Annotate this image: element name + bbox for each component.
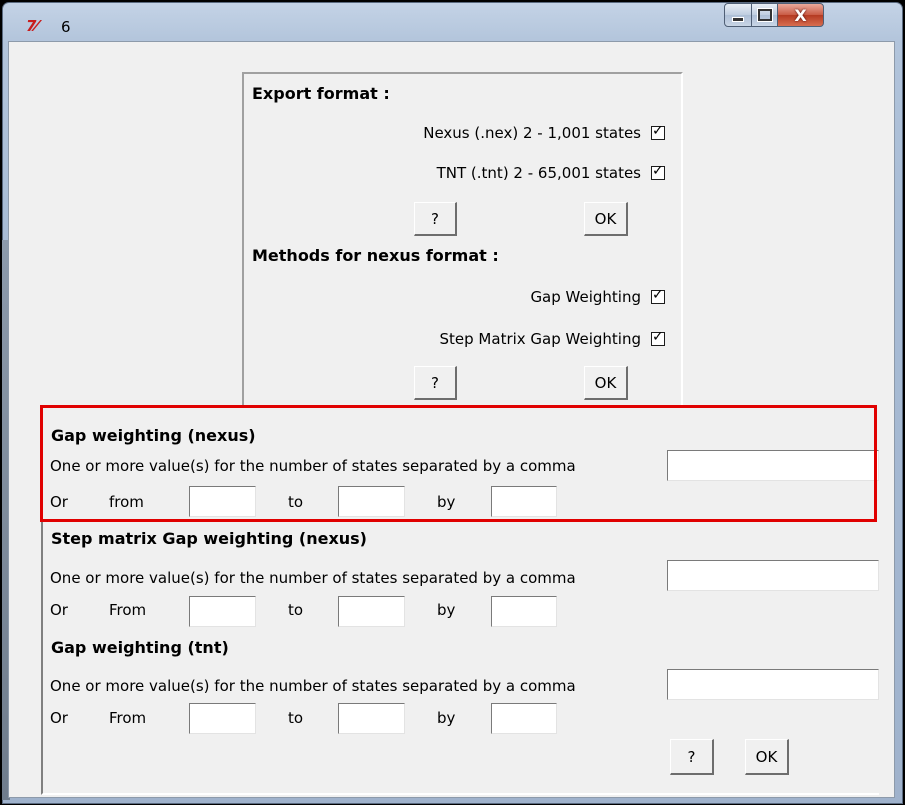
- gap-nexus-values-input[interactable]: [667, 450, 879, 481]
- step-matrix-checkbox[interactable]: [651, 329, 665, 346]
- gap-tnt-desc: One or more value(s) for the number of s…: [50, 677, 576, 695]
- maximize-icon: [757, 9, 772, 21]
- gap-tnt-to-input[interactable]: [338, 703, 405, 734]
- dialog-client-area: Export format : Nexus (.nex) 2 - 1,001 s…: [8, 41, 895, 798]
- gap-tnt-by-label: by: [437, 709, 456, 727]
- tnt-option[interactable]: TNT (.tnt) 2 - 65,001 states: [436, 163, 665, 182]
- step-nexus-title: Step matrix Gap weighting (nexus): [51, 529, 367, 548]
- methods-help-button[interactable]: ?: [414, 366, 457, 400]
- gap-nexus-from-label: from: [109, 493, 144, 511]
- step-nexus-from-input[interactable]: [189, 596, 256, 627]
- step-nexus-to-label: to: [288, 601, 304, 619]
- tnt-option-label: TNT (.tnt) 2 - 65,001 states: [436, 164, 641, 182]
- gap-nexus-or-label: Or: [50, 493, 68, 511]
- gap-tnt-from-label: From: [109, 709, 147, 727]
- gap-nexus-title: Gap weighting (nexus): [51, 426, 256, 445]
- export-help-button[interactable]: ?: [414, 202, 457, 236]
- bottom-help-button[interactable]: ?: [670, 739, 714, 775]
- step-nexus-or-label: Or: [50, 601, 68, 619]
- maximize-button[interactable]: [751, 3, 778, 27]
- gap-nexus-desc: One or more value(s) for the number of s…: [50, 457, 576, 475]
- gap-tnt-to-label: to: [288, 709, 304, 727]
- window-title: 6: [61, 18, 71, 36]
- gap-weighting-checkbox[interactable]: [651, 287, 665, 304]
- step-nexus-values-input[interactable]: [667, 560, 879, 591]
- methods-ok-button[interactable]: OK: [584, 366, 628, 400]
- gap-nexus-from-input[interactable]: [189, 486, 256, 517]
- methods-title: Methods for nexus format :: [252, 246, 499, 265]
- gap-tnt-or-label: Or: [50, 709, 68, 727]
- minimize-button[interactable]: [724, 3, 752, 27]
- gap-tnt-by-input[interactable]: [491, 703, 557, 734]
- gap-tnt-values-input[interactable]: [667, 669, 879, 700]
- application-window: 7⁄ 6 X Export format : Nexus (.nex) 2 - …: [0, 0, 905, 805]
- export-ok-button[interactable]: OK: [584, 202, 628, 236]
- nexus-checkbox[interactable]: [651, 123, 665, 140]
- tnt-checkbox[interactable]: [651, 163, 665, 180]
- minimize-icon: [732, 16, 744, 22]
- step-nexus-to-input[interactable]: [338, 596, 405, 627]
- gap-nexus-to-input[interactable]: [338, 486, 405, 517]
- tk-feather-icon[interactable]: 7⁄: [26, 17, 38, 35]
- step-matrix-option[interactable]: Step Matrix Gap Weighting: [439, 329, 665, 348]
- gap-tnt-title: Gap weighting (tnt): [51, 638, 229, 657]
- gap-nexus-by-label: by: [437, 493, 456, 511]
- gap-tnt-from-input[interactable]: [189, 703, 256, 734]
- export-format-title: Export format :: [252, 84, 390, 103]
- export-options-panel: Export format : Nexus (.nex) 2 - 1,001 s…: [242, 72, 683, 408]
- step-nexus-by-input[interactable]: [491, 596, 557, 627]
- gap-weighting-label: Gap Weighting: [530, 288, 641, 306]
- bottom-ok-button[interactable]: OK: [745, 739, 789, 775]
- gap-nexus-by-input[interactable]: [491, 486, 557, 517]
- step-nexus-from-label: From: [109, 601, 147, 619]
- close-icon: X: [794, 5, 807, 25]
- gap-weighting-option[interactable]: Gap Weighting: [530, 287, 665, 306]
- step-nexus-desc: One or more value(s) for the number of s…: [50, 569, 576, 587]
- step-nexus-by-label: by: [437, 601, 456, 619]
- step-matrix-label: Step Matrix Gap Weighting: [439, 330, 641, 348]
- gap-nexus-to-label: to: [288, 493, 304, 511]
- nexus-option-label: Nexus (.nex) 2 - 1,001 states: [423, 124, 641, 142]
- nexus-option[interactable]: Nexus (.nex) 2 - 1,001 states: [423, 123, 665, 142]
- close-button[interactable]: X: [777, 3, 824, 27]
